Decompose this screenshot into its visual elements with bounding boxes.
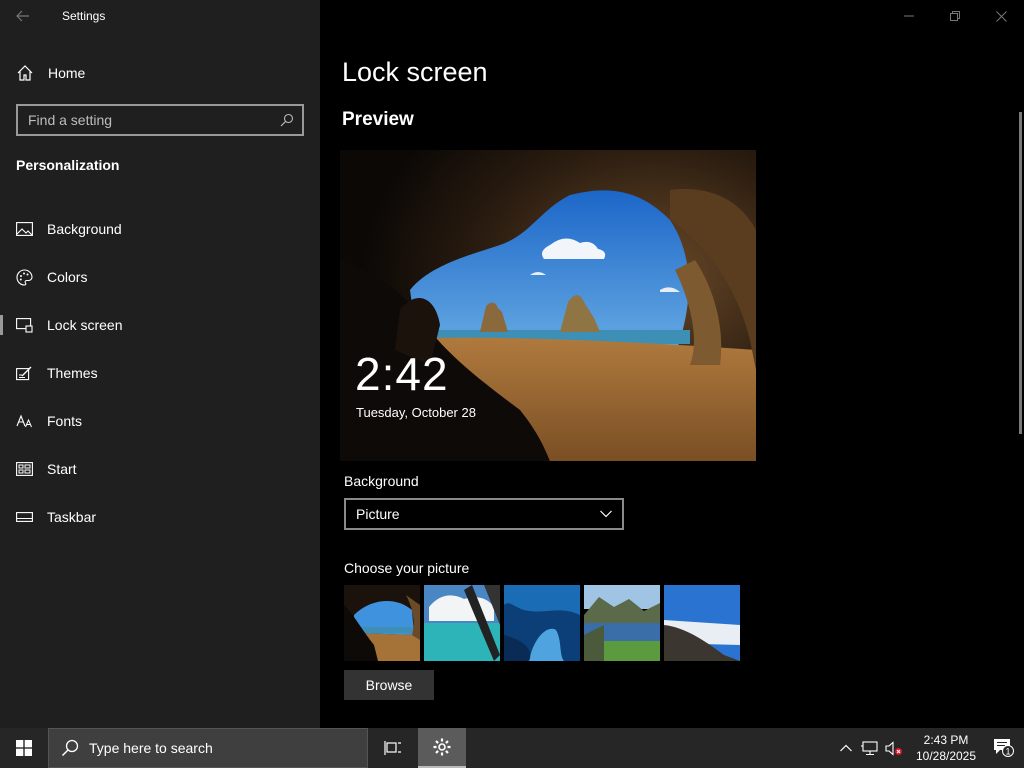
preview-date: Tuesday, October 28 (356, 405, 476, 420)
gear-icon (433, 738, 451, 756)
home-label: Home (48, 65, 86, 81)
search-icon (61, 739, 79, 757)
sidebar-item-label: Fonts (47, 413, 83, 429)
volume-button[interactable] (882, 740, 906, 756)
picture-thumbnails (344, 585, 740, 661)
themes-icon (16, 365, 33, 382)
sidebar: Settings Home Personalization Background… (0, 0, 320, 728)
picture-thumbnail-lake[interactable] (584, 585, 660, 661)
taskbar-clock[interactable]: 2:43 PM 10/28/2025 (908, 732, 984, 764)
lock-screen-icon (16, 317, 33, 334)
picture-thumbnail-ocean[interactable] (424, 585, 500, 661)
background-label: Background (344, 473, 419, 489)
picture-thumbnail-ice-cave[interactable] (504, 585, 580, 661)
background-dropdown[interactable]: Picture (344, 498, 624, 530)
lock-screen-preview: 2:42 Tuesday, October 28 (340, 150, 756, 461)
start-button[interactable] (0, 728, 48, 768)
chevron-up-icon (840, 744, 852, 752)
picture-thumbnail-cave[interactable] (344, 585, 420, 661)
sidebar-item-background[interactable]: Background (0, 205, 320, 253)
taskbar-time: 2:43 PM (923, 733, 969, 747)
sidebar-item-label: Colors (47, 269, 88, 285)
task-view-icon (384, 741, 401, 755)
sidebar-item-label: Themes (47, 365, 98, 381)
network-button[interactable] (858, 740, 882, 756)
sidebar-item-start[interactable]: Start (0, 445, 320, 493)
sidebar-item-taskbar[interactable]: Taskbar (0, 493, 320, 541)
notification-icon: 1 (994, 739, 1014, 757)
notification-count: 1 (1005, 747, 1010, 757)
app-title: Settings (62, 9, 106, 23)
sidebar-item-label: Taskbar (47, 509, 97, 525)
search-icon[interactable] (280, 113, 294, 127)
start-icon (16, 461, 33, 478)
section-title: Personalization (16, 157, 120, 173)
taskbar: Type here to search 2:43 PM 10/28/2025 1 (0, 728, 1024, 768)
lake-thumbnail-image (584, 585, 660, 661)
minimize-button[interactable] (886, 0, 932, 32)
sidebar-item-themes[interactable]: Themes (0, 349, 320, 397)
home-icon (17, 65, 33, 81)
cave-thumbnail-image (344, 585, 420, 661)
taskbar-search-placeholder: Type here to search (89, 740, 213, 756)
network-icon (861, 740, 878, 755)
back-arrow-icon (16, 10, 29, 22)
action-center-button[interactable]: 1 (984, 738, 1024, 758)
show-hidden-icons-button[interactable] (834, 744, 858, 752)
preview-heading: Preview (342, 109, 414, 130)
main-content: Lock screen Preview 2:42 Tuesday, Octobe… (320, 0, 1024, 728)
restore-button[interactable] (932, 0, 978, 32)
scrollbar[interactable] (1019, 112, 1022, 434)
taskbar-date: 10/28/2025 (915, 749, 977, 763)
sidebar-item-label: Background (47, 221, 122, 237)
taskbar-icon (16, 509, 33, 526)
browse-button[interactable]: Browse (344, 670, 434, 700)
volume-muted-icon (885, 740, 902, 756)
task-view-button[interactable] (368, 728, 418, 768)
restore-icon (950, 11, 960, 21)
back-button[interactable] (0, 0, 46, 32)
window-controls (886, 0, 1024, 32)
home-nav-item[interactable]: Home (0, 56, 320, 90)
system-tray: 2:43 PM 10/28/2025 1 (834, 728, 1024, 768)
mountain-thumbnail-image (664, 585, 740, 661)
close-button[interactable] (978, 0, 1024, 32)
close-icon (995, 10, 1007, 22)
ocean-thumbnail-image (424, 585, 500, 661)
sidebar-item-label: Lock screen (47, 317, 123, 333)
palette-icon (16, 268, 33, 286)
windows-logo-icon (16, 740, 32, 756)
taskbar-search-box[interactable]: Type here to search (48, 728, 368, 768)
fonts-icon (16, 413, 33, 430)
sidebar-item-colors[interactable]: Colors (0, 253, 320, 301)
find-setting-search[interactable] (16, 104, 304, 136)
picture-icon (16, 221, 33, 238)
sidebar-item-fonts[interactable]: Fonts (0, 397, 320, 445)
choose-picture-label: Choose your picture (344, 560, 470, 576)
preview-clock: 2:42 (355, 348, 449, 400)
personalization-nav: Background Colors Lock screen Themes Fon… (0, 205, 320, 541)
picture-thumbnail-mountain[interactable] (664, 585, 740, 661)
search-input[interactable] (18, 106, 280, 134)
minimize-icon (904, 15, 914, 17)
taskbar-settings-app[interactable] (418, 728, 466, 768)
chevron-down-icon (600, 510, 612, 518)
ice-cave-thumbnail-image (504, 585, 580, 661)
title-bar: Settings (0, 0, 320, 32)
page-title: Lock screen (342, 57, 488, 87)
sidebar-item-lock-screen[interactable]: Lock screen (0, 301, 320, 349)
sidebar-item-label: Start (47, 461, 77, 477)
background-dropdown-value: Picture (356, 506, 400, 522)
